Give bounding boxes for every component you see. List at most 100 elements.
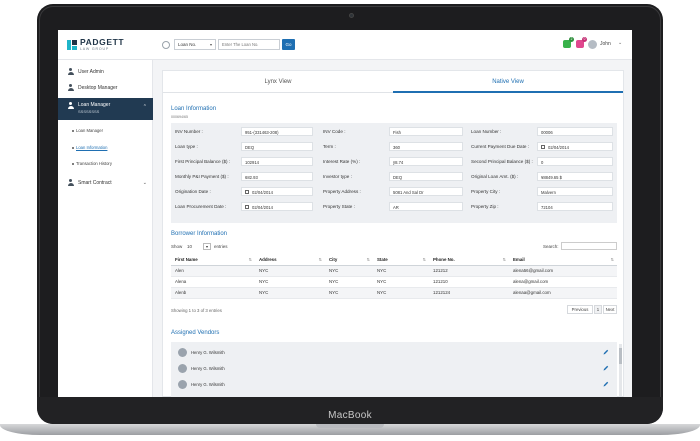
field-label: Original Loan Amt. ($) : — [471, 174, 519, 179]
list-item[interactable]: Henry G. Wilsmith — [175, 346, 613, 360]
user-menu-chevron-icon[interactable]: ⌄ — [618, 40, 622, 46]
table-cell: 1212124 — [429, 287, 509, 299]
table-row[interactable]: Alena NYC NYC NYC 121210 alena@gmail.com — [171, 276, 617, 288]
table-info: Showing 1 to 3 of 3 entries — [171, 308, 222, 313]
notification-pink-count: 0 — [582, 37, 587, 42]
column-header[interactable]: Phone No. ⇅ — [429, 255, 509, 266]
vendor-name: Henry G. Wilsmith — [191, 382, 225, 387]
payment-due-date-value: 02/04/2014 — [548, 144, 569, 150]
notification-pink-icon[interactable]: 0 — [576, 37, 587, 48]
logo[interactable]: PADGETT LAW GROUP — [80, 38, 124, 52]
tab-native-view[interactable]: Native View — [393, 71, 623, 93]
column-header[interactable]: Address ⇅ — [255, 255, 325, 266]
original-loan-field[interactable]: ¥8849.65 $ — [537, 172, 613, 181]
investor-type-field[interactable]: DEQ — [389, 172, 463, 181]
logo-subtitle: LAW GROUP — [80, 47, 110, 51]
avatar — [178, 380, 187, 389]
sidebar-item-desktop-manager[interactable]: Desktop Manager — [58, 80, 153, 96]
user-icon — [67, 68, 74, 76]
borrower-info-title: Borrower Information — [171, 231, 228, 237]
menu-toggle-icon[interactable] — [162, 41, 170, 49]
notification-green-count: 2 — [569, 37, 574, 42]
table-cell: Alenb — [171, 287, 255, 299]
field-label: INV Code : — [323, 129, 346, 134]
origination-date-value: 02/04/2014 — [252, 189, 273, 195]
entries-select[interactable]: ▾ — [203, 243, 211, 250]
table-cell: NYC — [373, 276, 429, 288]
loan-search-input[interactable] — [218, 39, 280, 50]
column-header[interactable]: Email ⇅ — [509, 255, 617, 266]
table-row[interactable]: Alen NYC NYC NYC 121212 alena56@gmail.co… — [171, 265, 617, 277]
device-brand-label: MacBook — [328, 410, 372, 421]
term-field[interactable]: 360 — [389, 142, 463, 151]
table-search-input[interactable] — [561, 242, 617, 250]
loan-info-subtitle: 000694/65 — [171, 115, 188, 119]
entries-count-value[interactable]: 10 — [187, 244, 192, 249]
loan-type-field[interactable]: DEQ — [241, 142, 313, 151]
field-label: Property Address : — [323, 189, 361, 194]
chevron-down-icon: ⌄ — [142, 180, 147, 186]
go-button[interactable]: Go — [282, 39, 295, 50]
previous-page-button[interactable]: Previous — [567, 305, 593, 314]
origination-date-field[interactable]: 02/04/2014 — [241, 187, 313, 196]
sidebar-item-loan-manager[interactable]: Loan Manager SSSSSSSS ⌃ — [58, 98, 153, 120]
sidebar: User Admin Desktop Manager Loan Manager … — [58, 60, 153, 397]
first-principal-field[interactable]: 102914 — [241, 157, 313, 166]
table-cell: NYC — [373, 265, 429, 277]
sort-icon: ⇅ — [248, 257, 252, 262]
pencil-icon[interactable] — [603, 365, 609, 371]
vendors-scrollbar[interactable] — [619, 344, 622, 396]
sidebar-item-smart-contract[interactable]: Smart Contract ⌄ — [58, 175, 153, 191]
sidebar-item-user-admin[interactable]: User Admin — [58, 64, 153, 80]
logo-icon — [67, 40, 77, 50]
user-name[interactable]: John — [600, 41, 611, 47]
table-cell: NYC — [325, 287, 373, 299]
column-header[interactable]: City ⇅ — [325, 255, 373, 266]
property-address-field[interactable]: 5081 And Sal Dr — [389, 187, 463, 196]
sidebar-subitem-transaction-history[interactable]: Transaction History — [72, 161, 112, 166]
sidebar-subitem-loan-manager[interactable]: Loan Manager — [71, 128, 103, 133]
property-city-field[interactable]: Malvern — [537, 187, 613, 196]
list-item[interactable]: Henry G. Wilsmith — [175, 378, 613, 392]
loan-number-field[interactable]: 00006 — [537, 127, 613, 136]
monthly-payment-field[interactable]: 682.93 — [241, 172, 313, 181]
table-cell: NYC — [325, 265, 373, 277]
list-item[interactable]: Henry G. Wilsmith — [175, 362, 613, 376]
interest-rate-field[interactable]: ÿ8.74 — [389, 157, 463, 166]
avatar[interactable] — [588, 40, 597, 49]
second-principal-field[interactable]: 0 — [537, 157, 613, 166]
property-state-field[interactable]: AR — [389, 202, 463, 211]
procurement-date-field[interactable]: 02/04/2014 — [241, 202, 313, 211]
notification-green-icon[interactable]: 2 — [563, 37, 574, 48]
field-label: First Principal Balance ($) : — [175, 159, 231, 164]
page-number-button[interactable]: 1 — [594, 305, 602, 314]
pencil-icon[interactable] — [603, 381, 609, 387]
next-page-button[interactable]: Next — [603, 305, 617, 314]
table-row[interactable]: Alenb NYC NYC NYC 1212124 alenaa@gmail.c… — [171, 287, 617, 299]
column-header[interactable]: First Name ⇅ — [171, 255, 255, 266]
table-cell: NYC — [255, 265, 325, 277]
field-label: Interest Rate (%) : — [323, 159, 361, 164]
column-header[interactable]: State ⇅ — [373, 255, 429, 266]
search-type-select[interactable]: Loan No. ▾ — [174, 39, 216, 50]
calendar-icon — [541, 145, 545, 149]
pencil-icon[interactable] — [603, 349, 609, 355]
borrower-table: First Name ⇅ Address ⇅ City ⇅ State ⇅ Phone … — [171, 255, 617, 299]
field-label: Property Zip : — [471, 204, 499, 209]
vendor-name: Henry G. Wilsmith — [191, 350, 225, 355]
scrollbar-thumb[interactable] — [619, 348, 622, 364]
inv-number-field[interactable]: 951-(331463-208) — [241, 127, 313, 136]
sidebar-item-label: Smart Contract — [78, 180, 112, 186]
procurement-date-value: 02/04/2014 — [252, 204, 273, 210]
sidebar-subitem-loan-information[interactable]: Loan Information — [71, 145, 107, 150]
inv-code-field[interactable]: Fish — [389, 127, 463, 136]
property-zip-field[interactable]: 72104 — [537, 202, 613, 211]
payment-due-date-field[interactable]: 02/04/2014 — [537, 142, 613, 151]
avatar — [178, 348, 187, 357]
field-label: Loan type : — [175, 144, 198, 149]
tab-lynx-view[interactable]: Lynx View — [163, 71, 393, 93]
field-label: Property City : — [471, 189, 501, 194]
vendor-name: Henry G. Wilsmith — [191, 366, 225, 371]
chevron-down-icon: ▾ — [209, 42, 212, 47]
laptop-notch — [316, 424, 384, 428]
